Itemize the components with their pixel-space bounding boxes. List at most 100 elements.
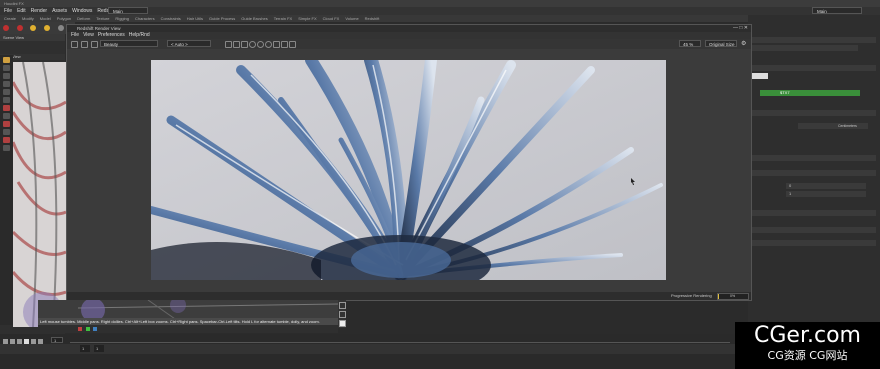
current-frame-field[interactable]: 1	[51, 337, 63, 343]
exposure-icon[interactable]	[257, 41, 264, 48]
light-tool-icon[interactable]	[3, 121, 10, 127]
menu-item-render[interactable]: Render	[31, 8, 47, 14]
scale-tool-icon[interactable]	[3, 81, 10, 87]
shelf-tab-volume[interactable]: Volume	[345, 15, 358, 22]
refresh-icon[interactable]	[91, 41, 98, 48]
watermark-subtitle: CG资源 CG网站	[767, 349, 848, 362]
rotate-tool-icon[interactable]	[3, 73, 10, 79]
snap-tool-icon[interactable]	[3, 129, 10, 135]
shelf-tab-polygon[interactable]: Polygon	[57, 15, 71, 22]
render-view-toolbar: Beauty < Auto > 45 % Original Size ⚙	[67, 39, 751, 49]
camera-tool-icon[interactable]	[3, 105, 10, 111]
menu-item-file[interactable]: File	[4, 8, 12, 14]
window-controls-icon[interactable]: — □ ✕	[733, 25, 748, 32]
select-tool-icon[interactable]	[3, 57, 10, 63]
desktop-select-right[interactable]: Main	[812, 7, 862, 14]
shelf-tab-guide-process[interactable]: Guide Process	[209, 15, 235, 22]
display-icon[interactable]	[339, 320, 346, 327]
param-row: Centimeters	[798, 123, 868, 129]
view-title: View	[12, 54, 21, 59]
shelf-tab-modify[interactable]: Modify	[22, 15, 34, 22]
shelf-tab-redshift[interactable]: Redshift	[365, 15, 380, 22]
watermark-site: CGer.com	[754, 323, 861, 348]
zoom-field[interactable]: 45 %	[679, 40, 701, 47]
frame-range-bar: 1 1	[0, 344, 735, 354]
shelf-tab-guide-brushes[interactable]: Guide Brushes	[241, 15, 267, 22]
render-menu-item[interactable]: View	[83, 32, 94, 38]
redshift-icon[interactable]	[44, 25, 51, 31]
menu-item-assets[interactable]: Assets	[52, 8, 67, 14]
render-view-titlebar[interactable]: Redshift Render View — □ ✕	[67, 25, 751, 32]
focus-icon[interactable]	[265, 41, 272, 48]
shelf-tab-model[interactable]: Model	[40, 15, 51, 22]
green-field[interactable]: $TX7	[760, 90, 860, 96]
camera-select[interactable]: < Auto >	[167, 40, 211, 47]
render-menu-item[interactable]: Preferences	[98, 32, 125, 38]
param-row	[748, 37, 876, 43]
channel-icon[interactable]	[93, 327, 98, 331]
shelf-tab-texture[interactable]: Texture	[96, 15, 109, 22]
param-value[interactable]: 1	[789, 191, 791, 196]
scene-view-tab[interactable]: Scene View	[3, 35, 24, 40]
unit-dropdown[interactable]: Centimeters	[838, 124, 857, 128]
menu-item-edit[interactable]: Edit	[17, 8, 26, 14]
render-icon[interactable]	[71, 41, 78, 48]
region-icon[interactable]	[281, 41, 288, 48]
color-icon[interactable]	[249, 41, 256, 48]
key-icon[interactable]	[85, 327, 90, 331]
param-value[interactable]: 0	[789, 183, 791, 188]
redshift-icon[interactable]	[30, 25, 37, 31]
render-menu-item[interactable]: Help/Rnd	[129, 32, 150, 38]
crosshair-icon[interactable]	[241, 41, 248, 48]
param-row	[748, 210, 876, 216]
shelf-tab-hair-utils[interactable]: Hair Utils	[187, 15, 203, 22]
timeline-ruler[interactable]	[70, 336, 730, 343]
param-row: 0	[786, 183, 866, 189]
redshift-icon[interactable]	[16, 25, 23, 31]
shelf-tab-simple-fx[interactable]: Simple FX	[298, 15, 316, 22]
shelf-tab-create[interactable]: Create	[4, 15, 16, 22]
param-row	[748, 65, 876, 71]
aov-select[interactable]: Beauty	[100, 40, 158, 47]
menu-item-windows[interactable]: Windows	[72, 8, 92, 14]
param-row	[748, 170, 876, 176]
shelf-tab-constraints[interactable]: Constraints	[161, 15, 181, 22]
snapshot-icon[interactable]	[273, 41, 280, 48]
frame-icon[interactable]	[339, 311, 346, 318]
shelf-tab-cloud-fx[interactable]: Cloud FX	[323, 15, 340, 22]
render-menu-item[interactable]: File	[71, 32, 79, 38]
render-artwork	[151, 60, 666, 280]
shelf-tab-characters[interactable]: Characters	[135, 15, 155, 22]
grid-icon[interactable]	[233, 41, 240, 48]
window-title: Houdini FX	[4, 1, 24, 6]
viewport-bottom-toolbar	[38, 325, 338, 333]
size-mode-select[interactable]: Original Size	[705, 40, 737, 47]
shelf-tab-terrain-fx[interactable]: Terrain FX	[274, 15, 292, 22]
redshift-icon[interactable]	[57, 25, 64, 31]
end-frame-field[interactable]: 1	[94, 345, 104, 352]
desktop-select[interactable]: Main	[108, 7, 148, 14]
pose-tool-icon[interactable]	[3, 97, 10, 103]
param-row	[748, 110, 876, 116]
start-frame-field[interactable]: 1	[80, 345, 90, 352]
view-tool-icon[interactable]	[3, 113, 10, 119]
param-row	[748, 45, 858, 51]
stop-icon[interactable]	[81, 41, 88, 48]
3d-viewport[interactable]	[13, 62, 66, 327]
record-icon[interactable]	[78, 327, 82, 331]
network-side-toolbar	[338, 300, 346, 328]
display-tool-icon[interactable]	[3, 145, 10, 151]
lock-icon[interactable]	[225, 41, 232, 48]
magnet-tool-icon[interactable]	[3, 137, 10, 143]
handle-tool-icon[interactable]	[3, 89, 10, 95]
gear-icon[interactable]: ⚙	[741, 40, 746, 47]
shelf-tab-rigging[interactable]: Rigging	[115, 15, 129, 22]
shelf-tab-deform[interactable]: Deform	[77, 15, 90, 22]
redshift-icon[interactable]	[3, 25, 9, 31]
viewport-render	[13, 62, 66, 327]
title-bar: Houdini FX	[0, 0, 880, 7]
home-icon[interactable]	[339, 302, 346, 309]
render-image[interactable]	[151, 60, 666, 280]
move-tool-icon[interactable]	[3, 65, 10, 71]
settings-icon[interactable]	[289, 41, 296, 48]
